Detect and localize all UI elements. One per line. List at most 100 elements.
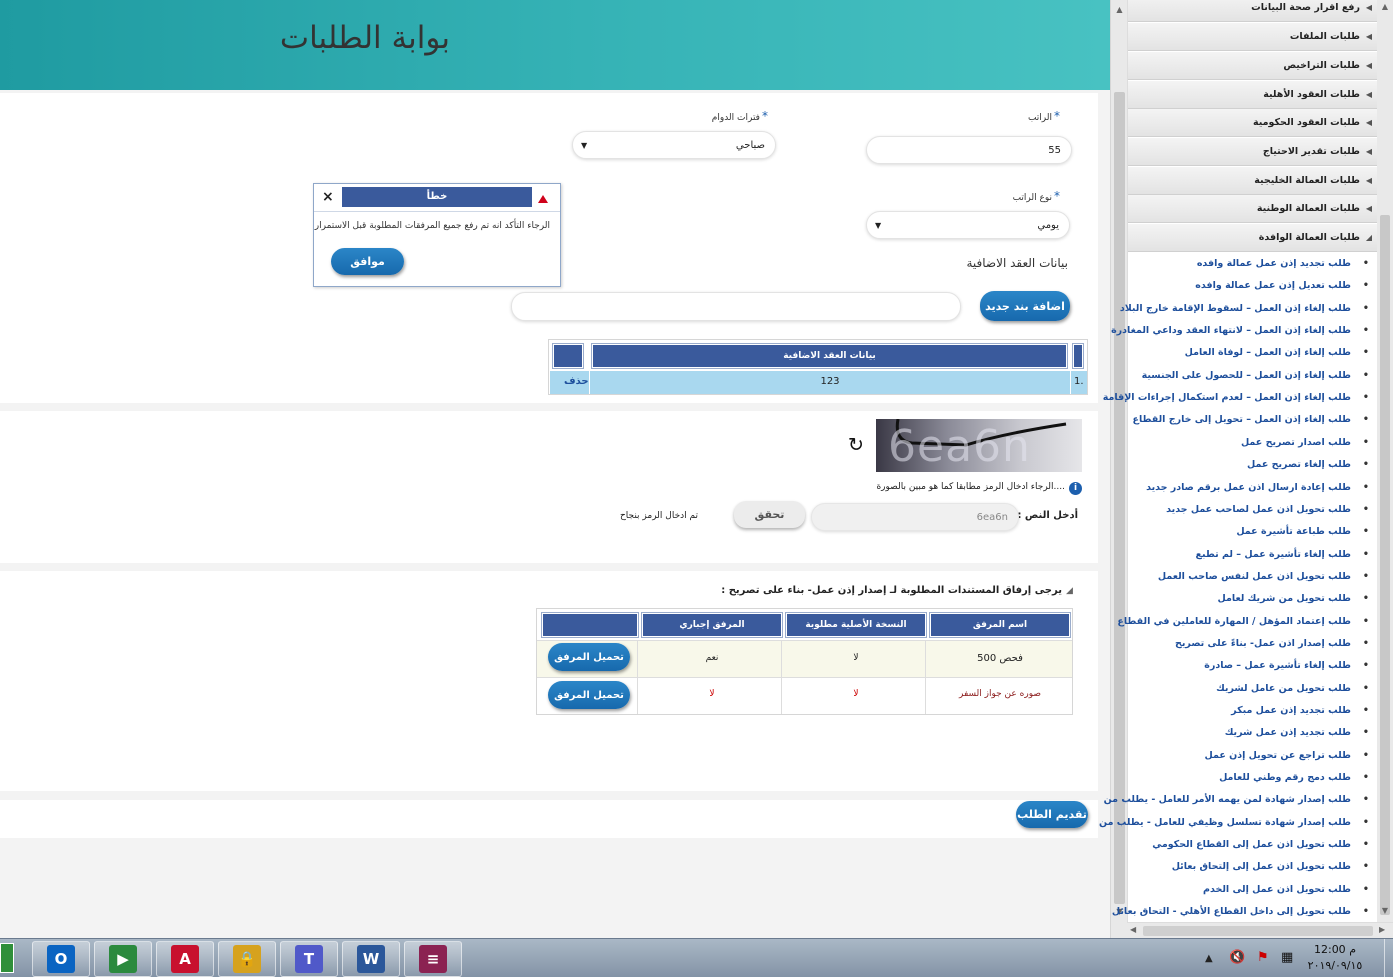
bullet-icon: •	[1362, 526, 1369, 538]
table-row: حذف 123 1.	[550, 371, 1087, 394]
sidebar-link[interactable]: طلب تعديل إذن عمل عمالة وافده •	[1195, 280, 1369, 291]
taskbar-app[interactable]: ≡	[404, 941, 462, 977]
taskbar-app[interactable]: ▶	[94, 941, 152, 977]
sidebar-link[interactable]: طلب تحويل من شريك لعامل •	[1218, 593, 1369, 604]
bullet-icon: •	[1362, 727, 1369, 739]
sidebar-category[interactable]: ◀ طلبات تقدير الاحتياج	[1128, 138, 1378, 166]
taskbar-app[interactable]: 🔒	[218, 941, 276, 977]
sidebar-link[interactable]: طلب تحويل اذن عمل لصاحب عمل جديد •	[1166, 504, 1369, 515]
word-icon: W	[357, 945, 385, 973]
dialog-title: خطأ	[342, 187, 532, 207]
sidebar-category[interactable]: ◀ طلبات التراخيص	[1128, 52, 1378, 80]
upload-attachment-button[interactable]: تحميل المرفق	[548, 681, 630, 709]
refresh-icon[interactable]: ↻	[848, 434, 864, 456]
sidebar-link[interactable]: طلب تحويل اذن عمل إلى الخدم •	[1203, 884, 1369, 895]
sidebar-link[interactable]: طلب إلغاء تصريح عمل •	[1247, 459, 1369, 470]
delete-link[interactable]: حذف	[564, 376, 589, 387]
sidebar-category[interactable]: ◀ رفع اقرار صحة البيانات	[1128, 0, 1378, 22]
sidebar-link[interactable]: طلب تحويل اذن عمل إلى إلتحاق بعائل •	[1172, 861, 1369, 872]
sidebar-category[interactable]: ◀ طلبات العمالة الخليجية	[1128, 167, 1378, 195]
upload-attachment-button[interactable]: تحميل المرفق	[548, 643, 630, 671]
attachment-name: صوره عن جواز السفر	[958, 689, 1041, 699]
sidebar-link[interactable]: طلب إعادة ارسال اذن عمل برقم صادر جديد •	[1146, 482, 1369, 493]
sidebar-link[interactable]: طلب اصدار تصريح عمل •	[1241, 437, 1369, 448]
scroll-down-icon[interactable]: ▼	[1377, 906, 1393, 915]
scrollbar-thumb[interactable]	[1380, 215, 1390, 915]
captcha-input[interactable]: 6ea6n	[811, 503, 1019, 531]
sidebar-link[interactable]: طلب إلغاء إذن العمل – لوفاة العامل •	[1185, 347, 1369, 358]
scroll-left-icon[interactable]: ◀	[1130, 925, 1136, 934]
sidebar-category[interactable]: ◀ طلبات العمالة الوطنية	[1128, 195, 1378, 223]
close-icon[interactable]: ×	[322, 187, 336, 207]
scroll-right-icon[interactable]: ▶	[1379, 925, 1385, 934]
taskbar-app[interactable]: W	[342, 941, 400, 977]
bullet-icon: •	[1362, 258, 1369, 269]
clock[interactable]: 12:00 م ٢٠١٩/٠٩/١٥	[1300, 942, 1370, 974]
bullet-icon: •	[1362, 392, 1369, 404]
sidebar-link[interactable]: طلب إعتماد المؤهل / المهارة للعاملين في …	[1117, 616, 1369, 627]
sidebar-link[interactable]: طلب إلغاء إذن العمل – تحويل إلى خارج الق…	[1132, 414, 1369, 425]
sidebar-category[interactable]: ◀ طلبات الملفات	[1128, 23, 1378, 51]
sidebar-link[interactable]: طلب طباعة تأشيرة عمل •	[1236, 526, 1369, 537]
salary-type-select[interactable]: يومي ▼	[866, 211, 1070, 239]
ok-button[interactable]: موافق	[331, 248, 404, 275]
sidebar-link[interactable]: طلب تجديد إذن عمل شريك •	[1225, 727, 1369, 738]
scrollbar-thumb[interactable]	[1143, 926, 1373, 936]
sidebar-category-label: طلبات العقود الأهلية	[1263, 89, 1360, 100]
attachments-table: اسم المرفق النسخة الأصلية مطلوبة المرفق …	[536, 608, 1073, 715]
sidebar-link[interactable]: طلب دمج رقم وطني للعامل •	[1219, 772, 1369, 783]
sidebar-category[interactable]: ◢ طلبات العمالة الوافدة	[1128, 224, 1378, 252]
verify-button[interactable]: تحقق	[734, 501, 805, 528]
scroll-up-icon[interactable]: ▲	[1111, 2, 1128, 18]
sidebar-category-label: رفع اقرار صحة البيانات	[1251, 2, 1360, 13]
sidebar-link[interactable]: طلب تراجع عن تحويل إذن عمل •	[1204, 750, 1369, 761]
action-center-icon[interactable]: ⚑	[1257, 950, 1269, 965]
sidebar-link[interactable]: طلب إلغاء إذن العمل – للحصول على الجنسية…	[1142, 370, 1369, 381]
scroll-up-icon[interactable]: ▲	[1377, 2, 1393, 11]
sidebar-category[interactable]: ◀ طلبات العقود الأهلية	[1128, 81, 1378, 109]
row-number: 1.	[1074, 376, 1084, 387]
add-item-button[interactable]: اضافة بند جديد	[980, 291, 1070, 321]
scrollbar-thumb[interactable]	[1114, 92, 1125, 904]
show-desktop-button[interactable]	[1384, 939, 1393, 977]
sidebar-link[interactable]: طلب تجديد إذن عمل عمالة وافده •	[1197, 258, 1369, 269]
volume-muted-icon[interactable]: 🔇	[1229, 950, 1245, 965]
bullet-icon: •	[1362, 369, 1369, 381]
sidebar-hscrollbar[interactable]: ◀ ▶	[1127, 922, 1393, 938]
sidebar-category-label: طلبات العمالة الوطنية	[1256, 203, 1360, 214]
sidebar-link[interactable]: طلب تجديد إذن عمل مبكر •	[1231, 705, 1369, 716]
taskbar-app[interactable]: T	[280, 941, 338, 977]
sidebar-link[interactable]: طلب إصدار شهادة تسلسل وظيفي للعامل - يطل…	[1099, 817, 1369, 828]
sidebar-link[interactable]: طلب تحويل اذن عمل لنفس صاحب العمل •	[1158, 571, 1369, 582]
sidebar-link[interactable]: طلب تحويل اذن عمل إلى القطاع الحكومي •	[1152, 839, 1369, 850]
taskbar-app[interactable]: O	[32, 941, 90, 977]
bullet-icon: •	[1362, 839, 1369, 851]
shift-select[interactable]: صباحي ▼	[572, 131, 776, 159]
sidebar-link[interactable]: طلب إصدار شهادة لمن يهمه الأمر للعامل - …	[1104, 794, 1369, 805]
warning-icon	[536, 192, 550, 206]
extra-item-input[interactable]	[511, 292, 961, 321]
sidebar-link[interactable]: طلب إلغاء إذن العمل – لعدم استكمال إجراء…	[1102, 392, 1369, 404]
submit-button[interactable]: تقديم الطلب	[1016, 801, 1088, 828]
sidebar-category-label: طلبات العقود الحكومية	[1253, 117, 1360, 128]
network-icon[interactable]: ▦	[1281, 950, 1293, 965]
sidebar-link[interactable]: طلب إلغاء إذن العمل – لسقوط الإقامة خارج…	[1120, 303, 1369, 314]
sidebar-link-label: طلب إلغاء إذن العمل – لعدم استكمال إجراء…	[1102, 392, 1351, 404]
sidebar-link[interactable]: طلب تحويل من عامل لشريك •	[1216, 683, 1369, 694]
taskbar-app[interactable]: A	[156, 941, 214, 977]
sidebar-link[interactable]: طلب تحويل إلى داخل القطاع الأهلي - التحا…	[1112, 906, 1369, 917]
sidebar-scrollbar[interactable]: ▲ ▼	[1377, 0, 1393, 922]
salary-field[interactable]: 55	[866, 136, 1072, 164]
attachment-name: فحص 500	[977, 653, 1023, 664]
excel-icon[interactable]	[0, 943, 14, 973]
sidebar-link[interactable]: طلب إصدار اذن عمل- بناءً على تصريح •	[1175, 638, 1369, 649]
show-hidden-icon[interactable]: ▲	[1205, 953, 1213, 964]
sidebar-link-label: طلب تجديد إذن عمل مبكر	[1231, 705, 1351, 716]
sidebar-link[interactable]: طلب إلغاء إذن العمل – لانتهاء العقد وداع…	[1111, 325, 1369, 336]
sidebar-link[interactable]: طلب إلغاء تأشيرة عمل – لم تطبع •	[1195, 549, 1369, 560]
bullet-icon: •	[1362, 749, 1369, 761]
captcha-hint: ....الرجاء ادخال الرمز مطابقا كما هو مبي…	[876, 482, 1065, 492]
sidebar-category[interactable]: ◀ طلبات العقود الحكومية	[1128, 109, 1378, 137]
collapse-triangle-icon[interactable]: ◢	[1066, 586, 1073, 596]
sidebar-link[interactable]: طلب إلغاء تأشيرة عمل – صادرة •	[1204, 660, 1369, 671]
